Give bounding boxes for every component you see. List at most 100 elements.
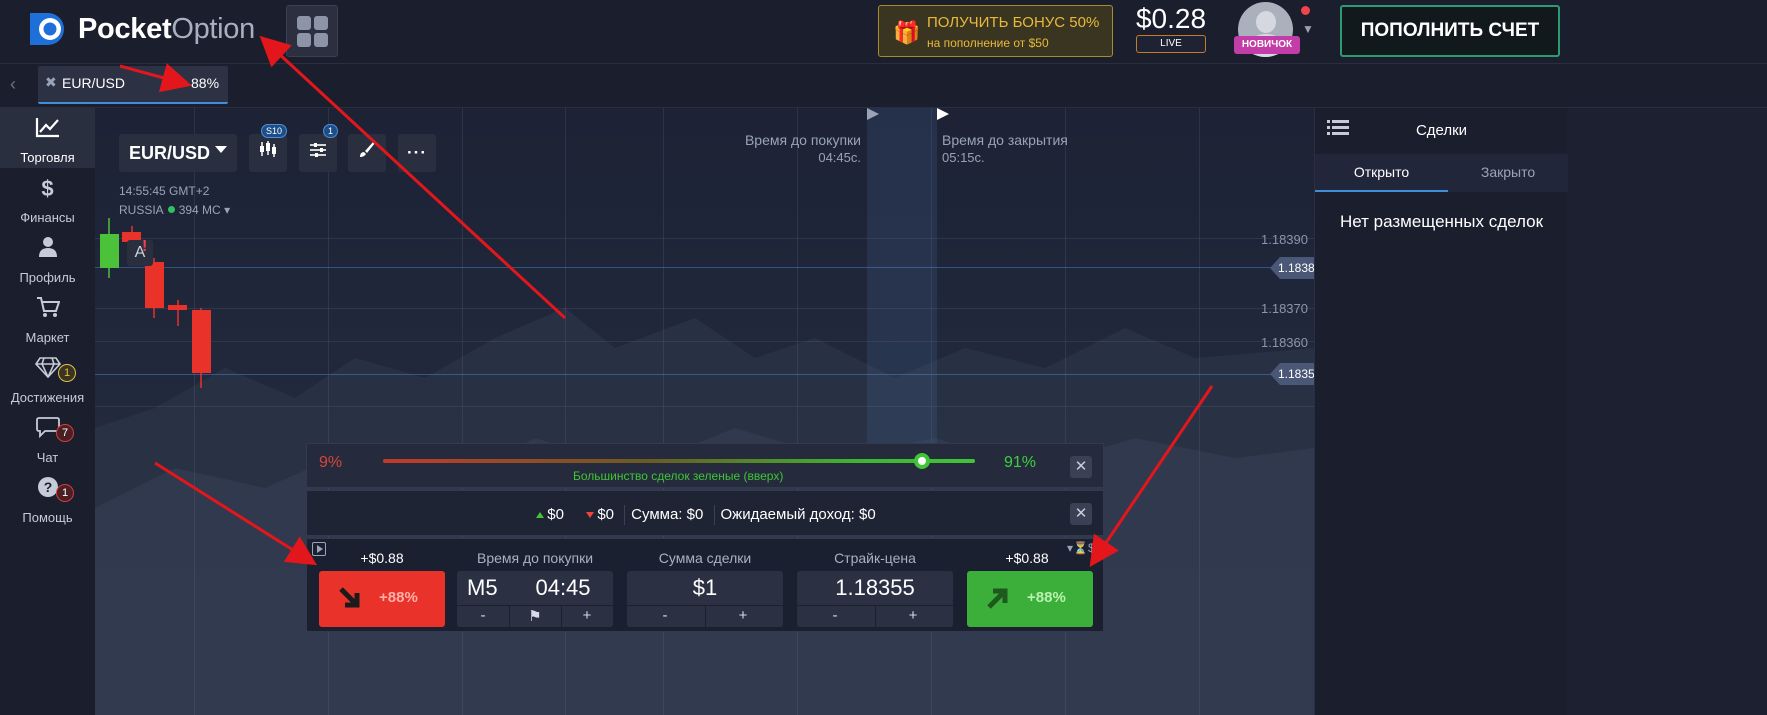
time-value[interactable]: 04:45 (523, 575, 603, 601)
chart-type-button[interactable]: S10 (249, 124, 288, 172)
sentiment-up-percent: 91% (1004, 454, 1037, 471)
amount-value[interactable]: $1 (627, 575, 783, 601)
user-level-badge: НОВИЧОК (1234, 36, 1300, 54)
strike-price-line (95, 374, 1314, 375)
time-plus-button[interactable]: + (567, 607, 607, 624)
buy-up-button[interactable]: +88% (967, 571, 1093, 627)
price-axis-label: 1.18360 (1261, 335, 1308, 350)
buy-time-value: 04:45с. (818, 150, 861, 165)
trade-panel: +$0.88 Время до покупки Сумма сделки Стр… (306, 538, 1104, 632)
strike-control[interactable]: 1.18355 - + (797, 571, 953, 627)
chat-badge: 7 (56, 424, 75, 442)
apps-grid-button[interactable] (286, 5, 338, 57)
trades-panel: Сделки Открыто Закрыто Нет размещенных с… (1314, 108, 1568, 715)
call-payout: +88% (1027, 589, 1066, 606)
indicators-button[interactable]: 1 (299, 124, 339, 172)
settings-toggle-icon[interactable]: ▾⏳$▴ (1067, 541, 1101, 555)
user-icon (0, 236, 95, 264)
tab-eur-usd[interactable]: ✖ EUR/USD 88% (38, 66, 228, 104)
sidebar-item-profile[interactable]: Профиль (0, 228, 95, 288)
top-header: PocketOption 🎁 ПОЛУЧИТЬ БОНУС 50% на поп… (0, 0, 1767, 64)
bonus-title: ПОЛУЧИТЬ БОНУС 50% (927, 14, 1100, 31)
strike-plus-button[interactable]: + (893, 607, 933, 624)
traders-sentiment-panel: 9% Большинство сделок зеленые (вверх) 91… (306, 443, 1104, 488)
expiry-time-zone (867, 108, 937, 448)
up-triangle-icon (536, 512, 545, 518)
alert-exclamation-icon: ! (142, 238, 148, 255)
timeframe-value[interactable]: M5 (457, 575, 507, 601)
server-status[interactable]: RUSSIA 394 МС ▾ (119, 203, 230, 217)
strike-minus-button[interactable]: - (815, 607, 855, 624)
ellipsis-icon: ··· (407, 143, 427, 162)
amount-plus-button[interactable]: + (723, 607, 763, 624)
close-icon[interactable]: ✕ (1070, 456, 1092, 478)
server-clock: 14:55:45 GMT+2 (119, 184, 210, 198)
buy-time-label: Время до покупки (744, 132, 861, 148)
arrow-down-right-icon (337, 585, 363, 618)
bonus-subtitle: на пополнение от $50 (927, 36, 1049, 50)
cart-icon (0, 296, 95, 324)
empty-trades-message: Нет размещенных сделок (1339, 212, 1544, 231)
time-control[interactable]: M5 04:45 - ⚑ + (457, 571, 613, 627)
price-alert-marker[interactable]: A (127, 240, 153, 266)
strike-value[interactable]: 1.18355 (797, 575, 953, 601)
sidebar-item-chat[interactable]: 7 Чат (0, 408, 95, 468)
account-balance[interactable]: $0.28 (1130, 3, 1212, 35)
close-time-value: 05:15с. (942, 150, 985, 165)
tab-payout: 88% (191, 75, 220, 91)
sidebar-item-help[interactable]: ? 1 Помощь (0, 468, 95, 528)
help-icon: ? (0, 476, 95, 504)
sidebar-item-label: Чат (36, 450, 59, 465)
amount-minus-button[interactable]: - (645, 607, 685, 624)
sliders-icon (309, 143, 327, 162)
chevron-down-icon[interactable]: ▼ (1302, 22, 1314, 36)
achievements-badge: 1 (58, 364, 77, 382)
brush-icon (358, 141, 376, 162)
current-price-line (95, 267, 1314, 268)
call-profit: +$0.88 (1005, 550, 1049, 566)
sidebar-item-label: Торговля (20, 150, 75, 165)
sidebar-item-trading[interactable]: Торговля (0, 108, 95, 168)
close-time-flag-icon (937, 108, 949, 120)
brand-logo-text[interactable]: PocketOption (78, 13, 255, 46)
tab-open-trades[interactable]: Открыто (1315, 154, 1448, 192)
down-triangle-icon (586, 512, 595, 518)
candles-group (100, 218, 211, 388)
more-options-button[interactable]: ··· (398, 134, 436, 172)
put-payout: +88% (379, 589, 418, 606)
sidebar-item-achievements[interactable]: 1 Достижения (0, 348, 95, 408)
deposit-button[interactable]: ПОПОЛНИТЬ СЧЕТ (1340, 5, 1560, 57)
status-dot (167, 206, 175, 213)
caret-down-icon: ▾ (224, 203, 231, 217)
close-icon[interactable]: ✖ (45, 74, 57, 91)
notification-dot (1301, 6, 1310, 15)
tab-closed-trades[interactable]: Закрыто (1448, 154, 1568, 192)
timeframe-badge: S10 (261, 124, 288, 138)
diamond-icon (0, 356, 95, 384)
candle-green (100, 218, 119, 278)
sidebar-item-market[interactable]: Маркет (0, 288, 95, 348)
chevron-left-icon[interactable]: ‹ (10, 74, 16, 95)
pocket-option-logo-icon[interactable] (26, 11, 70, 47)
indicator-count-badge: 1 (323, 124, 339, 138)
buy-time-flag-icon (867, 108, 879, 120)
account-type-badge[interactable]: LIVE (1136, 35, 1206, 53)
price-axis-label: 1.18370 (1261, 301, 1308, 316)
sidebar-item-label: Профиль (19, 270, 76, 285)
dollar-icon: $ (41, 176, 54, 201)
drawing-tools-button[interactable] (348, 134, 386, 172)
close-time-label: Время до закрытия (942, 132, 1068, 148)
close-icon[interactable]: ✕ (1070, 503, 1092, 525)
sidebar-item-finance[interactable]: $ Финансы (0, 168, 95, 228)
candles-icon (258, 141, 278, 162)
sell-down-button[interactable]: +88% (319, 571, 445, 627)
amount-control[interactable]: $1 - + (627, 571, 783, 627)
bonus-banner-button[interactable]: 🎁 ПОЛУЧИТЬ БОНУС 50% на пополнение от $5… (878, 5, 1113, 57)
time-minus-button[interactable]: - (463, 607, 503, 624)
help-badge: 1 (56, 484, 75, 502)
asset-selector[interactable]: EUR/USD (119, 134, 237, 172)
strike-label: Страйк-цена (834, 550, 916, 566)
time-label: Время до покупки (476, 550, 594, 566)
asset-tab-bar (0, 64, 1767, 108)
flag-icon[interactable]: ⚑ (515, 607, 555, 625)
